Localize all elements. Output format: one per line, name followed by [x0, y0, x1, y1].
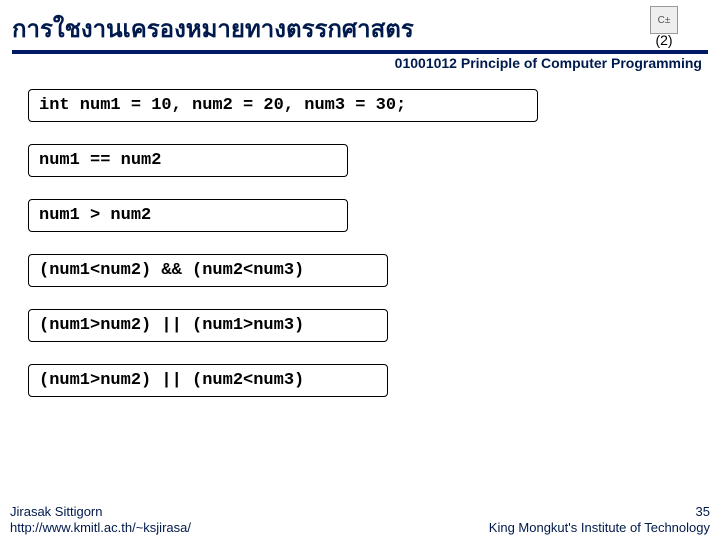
- institution-name: King Mongkut's Institute of Technology: [489, 520, 710, 536]
- title-row: การใชงานเครองหมายทางตรรกศาสตร C± (2): [12, 6, 708, 48]
- course-code-line: 01001012 Principle of Computer Programmi…: [12, 55, 708, 71]
- footer-left: Jirasak Sittigorn http://www.kmitl.ac.th…: [10, 504, 191, 537]
- slide-header: การใชงานเครองหมายทางตรรกศาสตร C± (2) 010…: [0, 0, 720, 71]
- code-line-and: (num1<num2) && (num2<num3): [28, 254, 388, 287]
- code-line-or2: (num1>num2) || (num2<num3): [28, 364, 388, 397]
- code-line-or1: (num1>num2) || (num1>num3): [28, 309, 388, 342]
- logo-area: C± (2): [650, 6, 678, 48]
- slide-content: int num1 = 10, num2 = 20, num3 = 30; num…: [0, 71, 720, 419]
- course-logo-icon: C±: [650, 6, 678, 34]
- title-underline: [12, 50, 708, 54]
- code-line-declaration: int num1 = 10, num2 = 20, num3 = 30;: [28, 89, 538, 122]
- code-line-gt: num1 > num2: [28, 199, 348, 232]
- code-line-eq: num1 == num2: [28, 144, 348, 177]
- slide-subnumber: (2): [655, 32, 672, 48]
- author-name: Jirasak Sittigorn: [10, 504, 191, 520]
- author-url: http://www.kmitl.ac.th/~ksjirasa/: [10, 520, 191, 536]
- footer-right: 35 King Mongkut's Institute of Technolog…: [489, 504, 710, 537]
- slide-number: 35: [489, 504, 710, 520]
- slide-title: การใชงานเครองหมายทางตรรกศาสตร: [12, 9, 414, 48]
- slide-footer: Jirasak Sittigorn http://www.kmitl.ac.th…: [0, 504, 720, 537]
